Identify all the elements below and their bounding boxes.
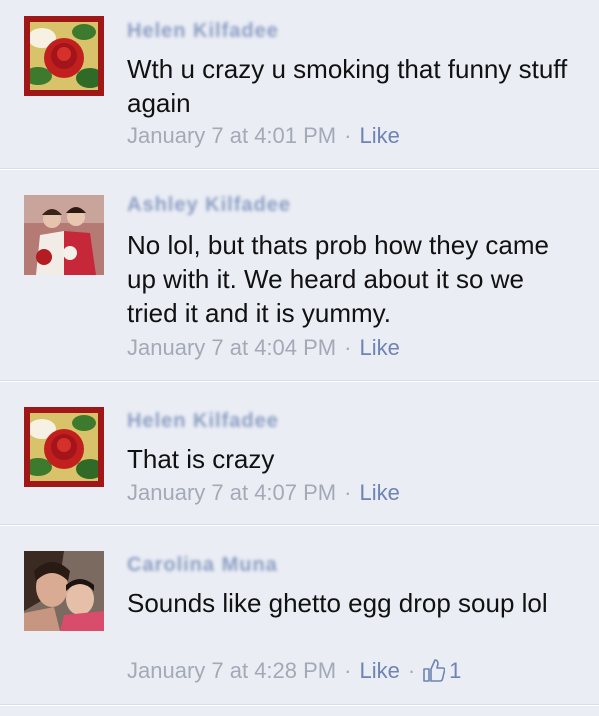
selfie-photo-icon	[24, 551, 104, 631]
thumbs-up-icon[interactable]	[423, 658, 446, 688]
comment-timestamp: January 7 at 4:04 PM	[127, 335, 337, 360]
comment-item: Carolina Muna Sounds like ghetto egg dro…	[0, 526, 599, 704]
comment-text: Sounds like ghetto egg drop soup lol	[127, 588, 548, 618]
comment-text: Wth u crazy u smoking that funny stuff a…	[127, 54, 568, 118]
comment-author[interactable]: Carolina Muna	[127, 554, 278, 576]
comment-timestamp: January 7 at 4:01 PM	[127, 123, 337, 148]
comment-feed: Helen Kilfadee Wth u crazy u smoking tha…	[0, 0, 599, 716]
comment-author[interactable]: Helen Kilfadee	[127, 20, 279, 42]
separator: ·	[344, 480, 352, 505]
avatar[interactable]	[24, 407, 104, 487]
comment-timestamp: January 7 at 4:28 PM	[127, 658, 337, 683]
like-link[interactable]: Like	[359, 335, 399, 360]
couple-photo-icon	[24, 195, 104, 275]
divider	[0, 704, 599, 706]
comment-text: That is crazy	[127, 444, 275, 474]
like-link[interactable]: Like	[359, 658, 399, 683]
separator: ·	[407, 658, 416, 683]
avatar[interactable]	[24, 16, 104, 96]
like-count: 1	[449, 658, 462, 683]
separator: ·	[344, 658, 352, 683]
comment-item: Ashley Kilfadee No lol, but thats prob h…	[0, 170, 599, 380]
separator: ·	[344, 335, 352, 360]
like-link[interactable]: Like	[359, 123, 399, 148]
rose-icon	[24, 407, 104, 487]
comment-meta: January 7 at 4:04 PM · Like	[127, 335, 400, 361]
comment-meta: January 7 at 4:28 PM · Like · 1	[127, 658, 461, 688]
comment-text: No lol, but thats prob how they came up …	[127, 230, 550, 328]
comment-meta: January 7 at 4:01 PM · Like	[127, 123, 400, 149]
comment-timestamp: January 7 at 4:07 PM	[127, 480, 337, 505]
comment-author[interactable]: Ashley Kilfadee	[127, 194, 291, 216]
comment-author[interactable]: Helen Kilfadee	[127, 410, 279, 432]
avatar[interactable]	[24, 195, 104, 275]
comment-item: Helen Kilfadee That is crazy January 7 a…	[0, 382, 599, 524]
rose-icon	[24, 16, 104, 96]
comment-meta: January 7 at 4:07 PM · Like	[127, 480, 400, 506]
separator: ·	[344, 123, 352, 148]
comment-item: Helen Kilfadee Wth u crazy u smoking tha…	[0, 0, 599, 168]
like-link[interactable]: Like	[359, 480, 399, 505]
avatar[interactable]	[24, 551, 104, 631]
